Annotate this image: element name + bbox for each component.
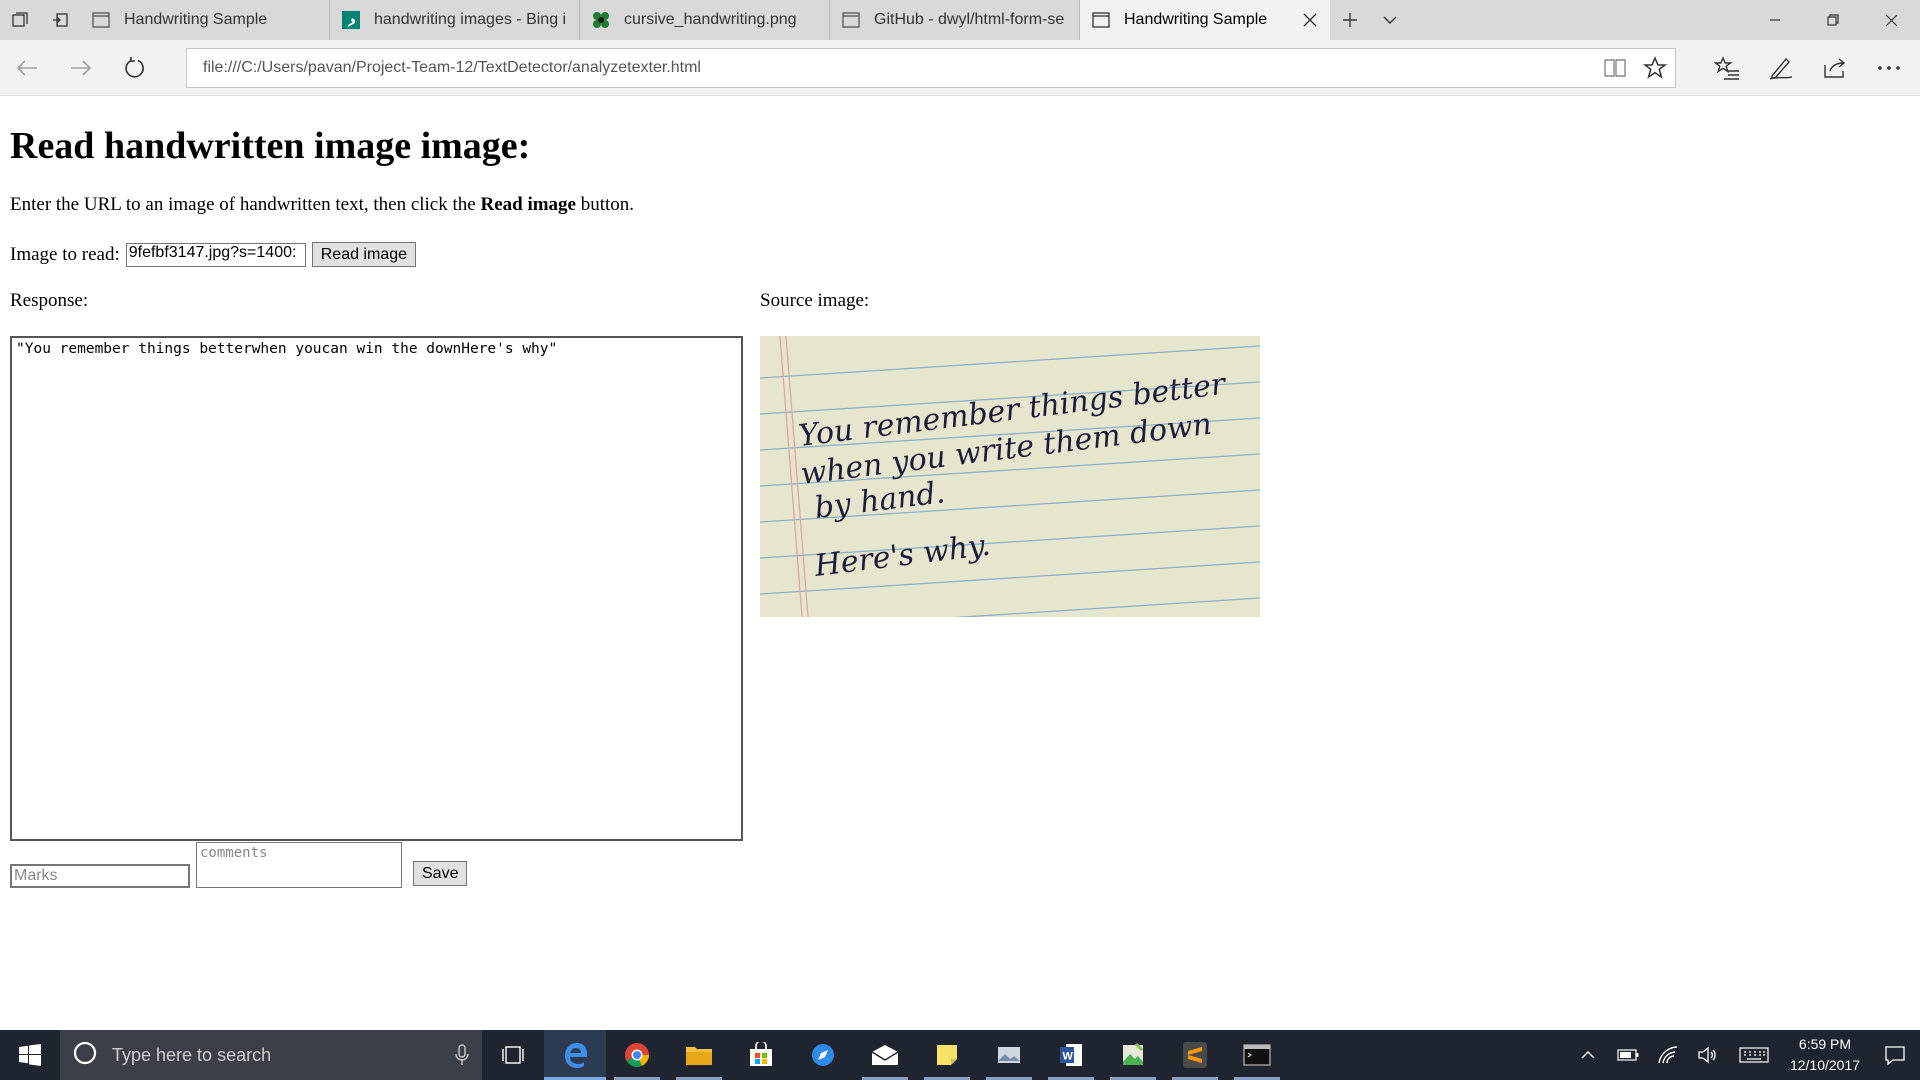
handwriting-photo: You remember things better when you writ… — [760, 336, 1260, 617]
marks-input[interactable]: Marks — [10, 864, 190, 888]
back-icon[interactable] — [0, 40, 54, 96]
tab-strip: Handwriting Sample handwriting images - … — [0, 0, 1920, 40]
save-button[interactable]: Save — [413, 861, 468, 886]
close-window-icon[interactable] — [1862, 0, 1920, 40]
mail-icon[interactable] — [854, 1030, 916, 1080]
chrome-icon[interactable] — [606, 1030, 668, 1080]
system-tray: 6:59 PM 12/10/2017 — [1568, 1030, 1920, 1080]
microphone-icon[interactable] — [442, 1044, 482, 1066]
taskbar-search-box[interactable]: Type here to search — [60, 1030, 482, 1080]
page-content: Read handwritten image image: Enter the … — [0, 96, 1920, 1030]
keyboard-icon[interactable] — [1728, 1030, 1780, 1080]
address-url[interactable]: file:///C:/Users/pavan/Project-Team-12/T… — [203, 59, 1595, 77]
chevron-down-icon[interactable] — [1370, 0, 1410, 40]
image-url-label: Image to read: — [10, 243, 120, 265]
tab-title: Handwriting Sample — [124, 11, 268, 28]
taskbar: Type here to search W 6:59 PM 12/10/2017 — [0, 1030, 1920, 1080]
instructions-suffix: button. — [575, 194, 635, 215]
refresh-icon[interactable] — [108, 40, 162, 96]
navigation-bar: file:///C:/Users/pavan/Project-Team-12/T… — [0, 40, 1920, 96]
tab-bing-images[interactable]: handwriting images - Bing i — [330, 0, 580, 40]
comments-textarea[interactable]: comments — [196, 842, 402, 888]
tab-handwriting-sample-1[interactable]: Handwriting Sample — [80, 0, 330, 40]
page-icon — [90, 9, 112, 31]
page-icon — [840, 9, 862, 31]
sublime-text-icon[interactable] — [1164, 1030, 1226, 1080]
response-label: Response: — [10, 290, 89, 311]
volume-icon[interactable] — [1688, 1030, 1728, 1080]
taskbar-clock[interactable]: 6:59 PM 12/10/2017 — [1780, 1034, 1870, 1076]
tab-cursive-handwriting-png[interactable]: cursive_handwriting.png — [580, 0, 830, 40]
tab-manager-icon[interactable] — [0, 0, 40, 40]
taskbar-search-placeholder: Type here to search — [112, 1044, 272, 1065]
minimize-icon[interactable] — [1746, 0, 1804, 40]
image-icon — [590, 9, 612, 31]
command-prompt-icon[interactable] — [1226, 1030, 1288, 1080]
read-image-button[interactable]: Read image — [311, 242, 417, 267]
action-center-icon[interactable] — [1870, 1030, 1920, 1080]
restore-icon[interactable] — [1804, 0, 1862, 40]
photos-app-icon[interactable] — [978, 1030, 1040, 1080]
bing-icon — [340, 9, 362, 31]
reading-view-icon[interactable] — [1595, 49, 1635, 87]
close-tab-icon[interactable] — [1300, 10, 1320, 30]
marks-placeholder: Marks — [14, 867, 58, 884]
address-bar[interactable]: file:///C:/Users/pavan/Project-Team-12/T… — [186, 48, 1676, 88]
forward-icon[interactable] — [54, 40, 108, 96]
favorite-star-icon[interactable] — [1635, 49, 1675, 87]
clock-time: 6:59 PM — [1798, 1036, 1852, 1052]
response-text: "You remember things betterwhen youcan w… — [16, 341, 558, 357]
sticky-notes-icon[interactable] — [916, 1030, 978, 1080]
svg-text:W: W — [1063, 1051, 1074, 1063]
tab-title: cursive_handwriting.png — [624, 11, 797, 28]
instructions-bold: Read image — [480, 194, 576, 215]
image-url-row: Image to read: :9fefbf3147.jpg?s=1400 Re… — [10, 242, 417, 267]
file-explorer-icon[interactable] — [668, 1030, 730, 1080]
new-tab-icon[interactable] — [1330, 0, 1370, 40]
share-icon[interactable] — [1808, 40, 1862, 96]
battery-icon[interactable] — [1608, 1030, 1648, 1080]
instructions-text: Enter the URL to an image of handwritten… — [10, 194, 634, 216]
page-icon — [1090, 9, 1112, 31]
clock-date: 12/10/2017 — [1789, 1057, 1861, 1073]
store-icon[interactable] — [730, 1030, 792, 1080]
image-url-value: :9fefbf3147.jpg?s=1400 — [128, 243, 297, 261]
response-textarea[interactable]: "You remember things betterwhen youcan w… — [10, 336, 743, 841]
tab-title: handwriting images - Bing i — [374, 11, 567, 28]
word-icon[interactable]: W — [1040, 1030, 1102, 1080]
more-options-icon[interactable] — [1862, 40, 1916, 96]
comments-placeholder: comments — [200, 845, 268, 861]
windows-start-icon[interactable] — [0, 1030, 60, 1080]
source-image-label: Source image: — [760, 290, 870, 311]
task-view-icon[interactable] — [482, 1030, 544, 1080]
instructions-prefix: Enter the URL to an image of handwritten… — [10, 194, 481, 215]
image-editor-icon[interactable] — [1102, 1030, 1164, 1080]
tab-title: GitHub - dwyl/html-form-se — [874, 11, 1065, 28]
wifi-icon[interactable] — [1648, 1030, 1688, 1080]
tab-github-html-form[interactable]: GitHub - dwyl/html-form-se — [830, 0, 1080, 40]
image-url-input[interactable]: :9fefbf3147.jpg?s=1400 — [125, 242, 306, 267]
page-title: Read handwritten image image: — [10, 125, 531, 167]
tab-title: Handwriting Sample — [1124, 11, 1268, 28]
chevron-up-icon[interactable] — [1568, 1030, 1608, 1080]
favorites-hub-icon[interactable] — [1700, 40, 1754, 96]
web-note-pen-icon[interactable] — [1754, 40, 1808, 96]
tab-handwriting-sample-active[interactable]: Handwriting Sample — [1080, 0, 1330, 40]
set-aside-tabs-icon[interactable] — [40, 0, 80, 40]
edge-browser-icon[interactable] — [544, 1030, 606, 1080]
cortana-icon — [72, 1040, 98, 1071]
safari-like-compass-icon[interactable] — [792, 1030, 854, 1080]
source-image: You remember things better when you writ… — [760, 336, 1260, 617]
